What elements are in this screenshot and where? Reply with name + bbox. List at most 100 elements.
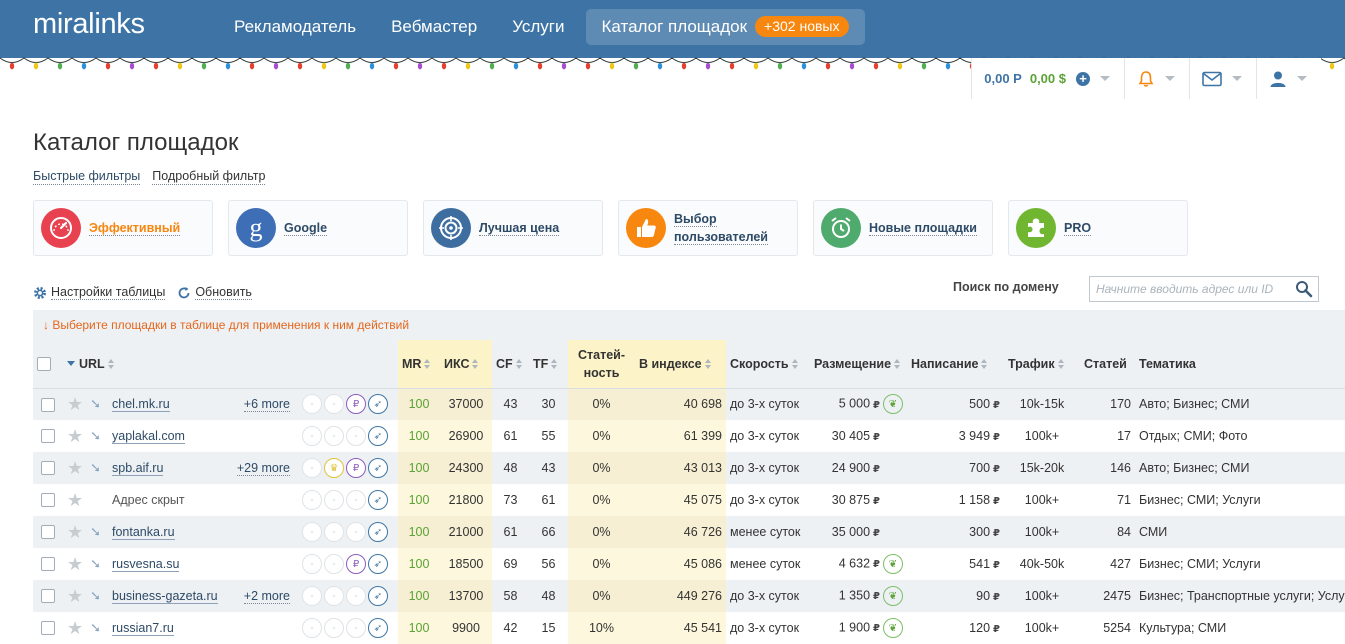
cell-placement: 1 350 ₽ ❦: [810, 580, 907, 612]
table-row[interactable]: ★ ➘ yaplakal.com ◦ ◦ ◦ ➶ 100 26900 61 55 0% 61 399 до…: [33, 420, 1345, 452]
col-placement[interactable]: Размещение: [810, 340, 907, 389]
cell-iks: 21000: [440, 516, 492, 548]
row-checkbox[interactable]: [41, 397, 55, 412]
more-domains-link[interactable]: +2 more: [243, 589, 290, 604]
table-row[interactable]: ★ ➘ russian7.ru ◦ ◦ ◦ ➶ 100 9900 42 15 10% 45 541 до …: [33, 612, 1345, 644]
sites-table: URL MR ИКС CF TF Статей-ность В индексе …: [33, 340, 1345, 644]
row-checkbox[interactable]: [41, 589, 55, 604]
chevron-down-icon[interactable]: [1232, 76, 1242, 81]
col-writing[interactable]: Написание: [907, 340, 1004, 389]
garland-bulb: [177, 62, 183, 70]
filter-card-effective[interactable]: Эффективный: [33, 200, 213, 256]
filter-card-users-choice[interactable]: Выбор пользователей: [618, 200, 798, 256]
filter-card-new-sites[interactable]: Новые площадки: [813, 200, 993, 256]
rocket-icon[interactable]: ➶: [368, 426, 388, 446]
star-icon[interactable]: ★: [67, 522, 83, 542]
row-checkbox[interactable]: [41, 621, 55, 636]
balance-widget[interactable]: 0,00 Р 0,00 $ +: [971, 58, 1124, 99]
filter-card-label: PRO: [1064, 221, 1092, 236]
search-button[interactable]: [1290, 277, 1318, 301]
cell-articles: 146: [1080, 452, 1135, 484]
col-topic[interactable]: Тематика: [1135, 340, 1345, 389]
col-indexed[interactable]: В индексе: [635, 340, 726, 389]
link-arrow-icon[interactable]: ➘: [90, 556, 101, 571]
table-row[interactable]: ★ Адрес скрыт ◦ ◦ ◦ ➶ 100 21800 73 61 0% 45 075 до 3…: [33, 484, 1345, 516]
filter-card-pro[interactable]: PRO: [1008, 200, 1188, 256]
col-articles[interactable]: Статей: [1080, 340, 1135, 389]
cell-traffic: 15k-20k: [1004, 452, 1080, 484]
table-row[interactable]: ★ ➘ spb.aif.ru +29 more ◦ ♛ ₽ ➶ 100 24300 48 43 0% 43…: [33, 452, 1345, 484]
col-url[interactable]: URL: [63, 340, 398, 389]
refresh-button[interactable]: Обновить: [177, 285, 252, 300]
site-url-link[interactable]: spb.aif.ru: [112, 460, 164, 476]
site-url-link[interactable]: chel.mk.ru: [112, 396, 170, 412]
site-url-link[interactable]: business-gazeta.ru: [112, 588, 218, 604]
star-icon[interactable]: ★: [67, 490, 83, 510]
col-traffic[interactable]: Трафик: [1004, 340, 1080, 389]
select-dropdown-caret-icon[interactable]: [67, 360, 75, 366]
nav-webmaster[interactable]: Вебмастер: [377, 9, 491, 45]
select-all-checkbox[interactable]: [37, 357, 51, 372]
col-articles-pct[interactable]: Статей-ность: [568, 340, 635, 389]
star-icon[interactable]: ★: [67, 458, 83, 478]
star-icon[interactable]: ★: [67, 586, 83, 606]
link-arrow-icon[interactable]: ➘: [90, 524, 101, 539]
rocket-icon[interactable]: ➶: [368, 554, 388, 574]
link-arrow-icon[interactable]: ➘: [90, 428, 101, 443]
row-checkbox[interactable]: [41, 493, 55, 508]
link-arrow-icon[interactable]: ➘: [90, 396, 101, 411]
link-arrow-icon[interactable]: ➘: [90, 588, 101, 603]
nav-advertiser[interactable]: Рекламодатель: [220, 9, 370, 45]
more-domains-link[interactable]: +29 more: [236, 461, 290, 476]
tab-detailed-filter[interactable]: Подробный фильтр: [152, 169, 266, 185]
col-tf[interactable]: TF: [529, 340, 568, 389]
row-checkbox[interactable]: [41, 557, 55, 572]
star-icon[interactable]: ★: [67, 394, 83, 414]
rocket-icon[interactable]: ➶: [368, 458, 388, 478]
filter-card-best-price[interactable]: Лучшая цена: [423, 200, 603, 256]
rocket-icon[interactable]: ➶: [368, 394, 388, 415]
profile-button[interactable]: [1256, 58, 1321, 99]
garland-bulb: [537, 62, 543, 70]
domain-search-input[interactable]: [1090, 277, 1290, 301]
site-url-link[interactable]: yaplakal.com: [112, 429, 185, 444]
chevron-down-icon[interactable]: [1297, 76, 1307, 81]
cell-iks: 37000: [440, 388, 492, 420]
star-icon[interactable]: ★: [67, 426, 83, 446]
table-row[interactable]: ★ ➘ fontanka.ru ◦ ◦ ◦ ➶ 100 21000 61 66 0% 46 726 мен…: [33, 516, 1345, 548]
col-iks[interactable]: ИКС: [440, 340, 492, 389]
rocket-icon[interactable]: ➶: [368, 618, 388, 638]
row-checkbox[interactable]: [41, 525, 55, 540]
col-mr[interactable]: MR: [398, 340, 440, 389]
nav-catalog[interactable]: Каталог площадок +302 новых: [585, 9, 865, 45]
star-icon[interactable]: ★: [67, 554, 83, 574]
rocket-icon[interactable]: ➶: [368, 490, 388, 510]
notifications-button[interactable]: [1124, 58, 1189, 99]
col-speed[interactable]: Скорость: [726, 340, 810, 389]
table-row[interactable]: ★ ➘ rusvesna.su ◦ ◦ ₽ ➶ 100 18500 69 56 0% 45 086 мен…: [33, 548, 1345, 580]
table-settings-button[interactable]: Настройки таблицы: [33, 285, 166, 300]
add-funds-icon[interactable]: +: [1076, 71, 1090, 86]
chevron-down-icon[interactable]: [1100, 76, 1110, 81]
site-url-link[interactable]: fontanka.ru: [112, 525, 175, 540]
star-icon[interactable]: ★: [67, 618, 83, 638]
tab-quick-filters[interactable]: Быстрые фильтры: [33, 169, 141, 185]
link-arrow-icon[interactable]: ➘: [90, 460, 101, 475]
chevron-down-icon[interactable]: [1165, 76, 1175, 81]
table-row[interactable]: ★ ➘ business-gazeta.ru +2 more ◦ ◦ ◦ ➶ 100 13700 5…: [33, 580, 1345, 612]
logo[interactable]: miralinks: [33, 8, 145, 41]
rocket-icon[interactable]: ➶: [368, 586, 388, 606]
table-row[interactable]: ★ ➘ chel.mk.ru +6 more ◦ ◦ ₽ ➶ 100 37000 43 30 0% 40 …: [33, 388, 1345, 420]
site-url-link[interactable]: russian7.ru: [112, 621, 174, 636]
cell-articles: 5254: [1103, 621, 1131, 635]
site-url-link[interactable]: rusvesna.su: [112, 557, 180, 572]
col-cf[interactable]: CF: [492, 340, 529, 389]
messages-button[interactable]: [1189, 58, 1256, 99]
more-domains-link[interactable]: +6 more: [243, 397, 290, 412]
nav-services[interactable]: Услуги: [498, 9, 578, 45]
row-checkbox[interactable]: [41, 461, 55, 476]
link-arrow-icon[interactable]: ➘: [90, 620, 101, 635]
row-checkbox[interactable]: [41, 429, 55, 444]
filter-card-google[interactable]: g Google: [228, 200, 408, 256]
rocket-icon[interactable]: ➶: [368, 522, 388, 542]
